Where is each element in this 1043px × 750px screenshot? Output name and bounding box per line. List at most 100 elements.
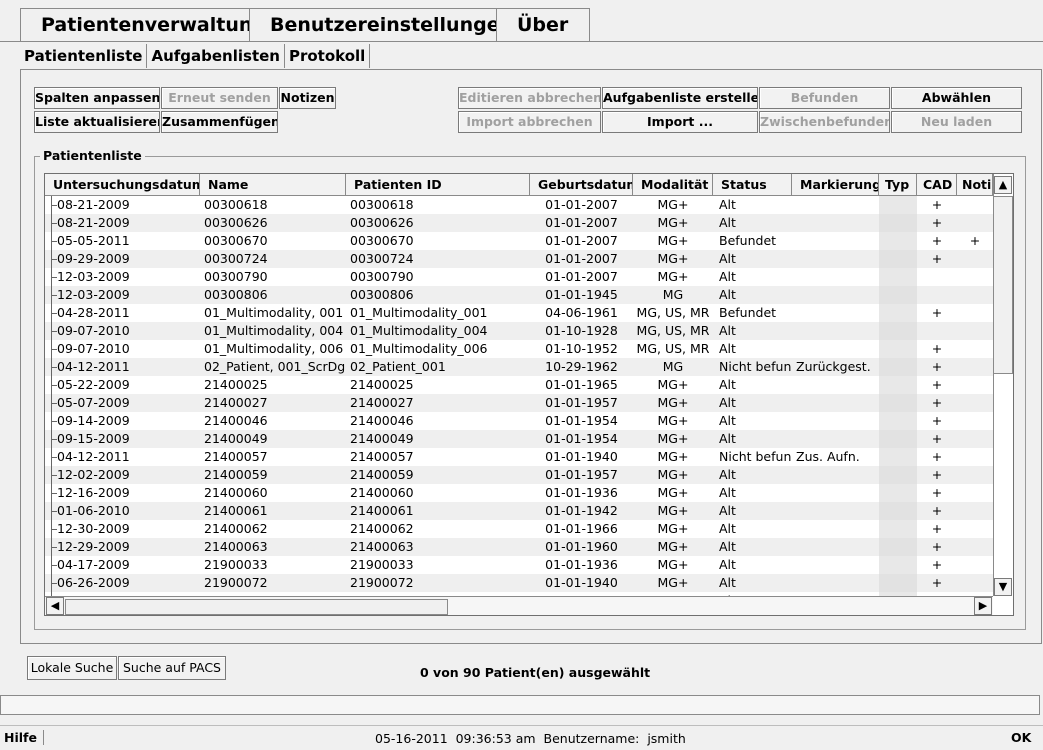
tree-expander-icon[interactable] <box>47 502 57 520</box>
tree-expander-icon[interactable] <box>47 376 57 394</box>
column-header-name[interactable]: Name <box>200 174 346 196</box>
abwaehlen-button[interactable]: Abwählen <box>891 87 1022 109</box>
tree-expander-icon[interactable] <box>47 556 57 574</box>
horizontal-scrollbar[interactable] <box>45 596 993 615</box>
table-cell: + <box>931 503 943 518</box>
table-row[interactable]: 06-26-2009 21900072 21900072 01-01-1940 MG+ A… <box>45 574 993 592</box>
table-cell <box>917 286 957 304</box>
tree-expander-icon[interactable] <box>47 250 57 268</box>
table-row[interactable]: 12-16-2009 21400060 21400060 01-01-1936 MG+ A… <box>45 484 993 502</box>
column-header-geburtsdatum[interactable]: Geburtsdatum <box>530 174 633 196</box>
vertical-scroll-thumb[interactable] <box>993 196 1013 374</box>
table-row[interactable]: 09-07-2010 01_Multimodality, 004 01_Multim… <box>45 322 993 340</box>
subtab-aufgabenlisten[interactable]: Aufgabenlisten <box>147 44 285 68</box>
tree-expander-icon[interactable] <box>47 466 57 484</box>
tree-expander-icon[interactable] <box>47 538 57 556</box>
tree-expander-icon[interactable] <box>47 340 57 358</box>
column-header-typ[interactable]: Typ <box>879 174 917 196</box>
tree-expander-icon[interactable] <box>47 304 57 322</box>
tree-expander-icon[interactable] <box>47 412 57 430</box>
tree-expander-icon[interactable] <box>47 232 57 250</box>
column-header-notizen[interactable]: Noti <box>957 174 993 196</box>
table-cell: 21400061 <box>350 503 414 518</box>
scroll-left-icon[interactable]: ◀ <box>46 597 64 615</box>
table-row[interactable]: 08-21-2009 00300626 00300626 01-01-2007 MG+ A… <box>45 214 993 232</box>
table-row[interactable]: 09-29-2009 00300724 00300724 01-01-2007 MG+ A… <box>45 250 993 268</box>
table-cell: MG+ <box>657 395 689 410</box>
table-cell: Alt <box>719 521 736 536</box>
column-header-modalitaet[interactable]: Modalität <box>633 174 713 196</box>
tree-expander-icon[interactable] <box>47 430 57 448</box>
table-cell <box>879 214 917 232</box>
table-row[interactable]: 12-03-2009 00300790 00300790 01-01-2007 MG+ A… <box>45 268 993 286</box>
table-row[interactable]: 01-06-2010 21400061 21400061 01-01-1942 MG+ A… <box>45 502 993 520</box>
suche-pacs-button[interactable]: Suche auf PACS <box>118 656 226 680</box>
tree-expander-icon[interactable] <box>47 484 57 502</box>
table-row[interactable]: 12-29-2009 21400063 21400063 01-01-1960 MG+ A… <box>45 538 993 556</box>
zusammenfuegen-button[interactable]: Zusammenfügen <box>161 111 278 133</box>
table-row[interactable]: 04-17-2009 21900033 21900033 01-01-1936 MG+ A… <box>45 556 993 574</box>
table-row[interactable]: 09-15-2009 21400049 21400049 01-01-1954 MG+ A… <box>45 430 993 448</box>
zwischenbefunden-button[interactable]: Zwischenbefunden <box>759 111 890 133</box>
scroll-down-icon[interactable]: ▼ <box>994 578 1012 596</box>
table-row[interactable]: 09-14-2009 21400046 21400046 01-01-1954 MG+ A… <box>45 412 993 430</box>
tree-expander-icon[interactable] <box>47 520 57 538</box>
tab-ueber[interactable]: Über <box>496 8 590 41</box>
tab-benutzereinstellungen[interactable]: Benutzereinstellungen <box>249 8 513 41</box>
table-row[interactable]: 12-02-2009 21400059 21400059 01-01-1957 MG+ A… <box>45 466 993 484</box>
tree-expander-icon[interactable] <box>47 322 57 340</box>
table-row[interactable]: 05-05-2011 00300670 00300670 01-01-2007 MG+ B… <box>45 232 993 250</box>
import-button[interactable]: Import ... <box>602 111 758 133</box>
subtab-protokoll[interactable]: Protokoll <box>285 44 371 68</box>
scroll-right-icon[interactable]: ▶ <box>974 597 992 615</box>
tree-expander-icon[interactable] <box>47 394 57 412</box>
aufgabenliste-erstellen-button[interactable]: Aufgabenliste erstellen <box>602 87 758 109</box>
table-row[interactable]: 04-28-2011 01_Multimodality, 001 01_Multim… <box>45 304 993 322</box>
table-row[interactable]: 12-03-2009 00300806 00300806 01-01-1945 MG Al… <box>45 286 993 304</box>
column-header-patienten-id[interactable]: Patienten ID <box>346 174 530 196</box>
column-header-cad[interactable]: CAD <box>917 174 957 196</box>
table-cell: 01-01-1945 <box>545 287 618 302</box>
table-cell: 21400062 <box>204 521 268 536</box>
hilfe-button[interactable]: Hilfe <box>4 730 44 745</box>
tree-expander-icon[interactable] <box>47 268 57 286</box>
tree-expander-icon[interactable] <box>47 448 57 466</box>
table-cell: 01_Multimodality, 001 <box>204 305 344 320</box>
table-row[interactable]: 05-07-2009 21400027 21400027 01-01-1957 MG+ A… <box>45 394 993 412</box>
table-cell <box>792 484 879 502</box>
tree-expander-icon[interactable] <box>47 214 57 232</box>
table-cell: + <box>931 341 943 356</box>
notizen-button[interactable]: Notizen <box>279 87 336 109</box>
table-cell <box>792 196 879 214</box>
subtab-patientenliste[interactable]: Patientenliste <box>20 44 148 68</box>
table-cell: 09-15-2009 <box>45 430 200 448</box>
table-cell: 21400060 <box>204 485 268 500</box>
tree-expander-icon[interactable] <box>47 286 57 304</box>
table-row[interactable]: 12-30-2009 21400062 21400062 01-01-1966 MG+ A… <box>45 520 993 538</box>
lokale-suche-button[interactable]: Lokale Suche <box>27 656 117 680</box>
table-row[interactable]: 08-21-2009 00300618 00300618 01-01-2007 MG+ A… <box>45 196 993 214</box>
tree-expander-icon[interactable] <box>47 196 57 214</box>
table-row[interactable]: 04-12-2011 02_Patient, 001_ScrDg 02_Patien… <box>45 358 993 376</box>
table-row[interactable]: 05-22-2009 21400025 21400025 01-01-1965 MG+ A… <box>45 376 993 394</box>
tree-expander-icon[interactable] <box>47 358 57 376</box>
spalten-anpassen-button[interactable]: Spalten anpassen <box>34 87 160 109</box>
import-abbrechen-button[interactable]: Import abbrechen <box>458 111 601 133</box>
column-header-untersuchungsdatum[interactable]: Untersuchungsdatum <box>45 174 200 196</box>
scroll-up-icon[interactable]: ▲ <box>994 176 1012 194</box>
befunden-button[interactable]: Befunden <box>759 87 890 109</box>
liste-aktualisieren-button[interactable]: Liste aktualisieren <box>34 111 160 133</box>
table-cell <box>957 340 993 358</box>
patientenliste-group-title: Patientenliste <box>40 148 145 163</box>
erneut-senden-button[interactable]: Erneut senden <box>161 87 278 109</box>
ok-button[interactable]: OK <box>1011 730 1031 745</box>
table-row[interactable]: 04-12-2011 21400057 21400057 01-01-1940 MG+ N… <box>45 448 993 466</box>
table-row[interactable]: 09-07-2010 01_Multimodality, 006 01_Multim… <box>45 340 993 358</box>
column-header-status[interactable]: Status <box>713 174 792 196</box>
tab-patientenverwaltung[interactable]: Patientenverwaltung <box>20 8 266 41</box>
horizontal-scroll-thumb[interactable] <box>65 599 448 615</box>
editieren-abbrechen-button[interactable]: Editieren abbrechen <box>458 87 601 109</box>
tree-expander-icon[interactable] <box>47 574 57 592</box>
neu-laden-button[interactable]: Neu laden <box>891 111 1022 133</box>
column-header-markierung[interactable]: Markierung <box>792 174 879 196</box>
